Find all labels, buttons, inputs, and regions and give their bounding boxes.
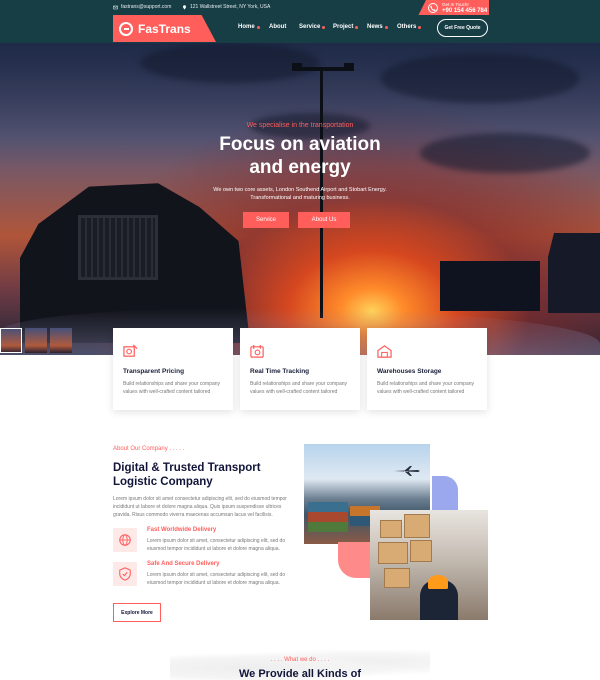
feature-item-text: Lorem ipsum dolor sit amet, consectetur … (147, 572, 286, 586)
email-text: fastrans@support.com (121, 4, 172, 10)
about-us-button[interactable]: About Us (298, 212, 350, 228)
nav-label: Home (238, 24, 255, 30)
about-eyebrow: About Our Company . . . . . (113, 446, 185, 452)
feature-text: Build relationships and share your compa… (123, 381, 220, 395)
email-contact[interactable]: fastrans@support.com (113, 4, 171, 10)
brand-name: FasTrans (138, 21, 191, 36)
brand-logo[interactable]: FasTrans (113, 15, 216, 42)
feature-item-title: Safe And Secure Delivery (147, 561, 220, 567)
nav-label: About (269, 24, 287, 30)
slider-thumbnails (0, 328, 72, 353)
feature-text: Build relationships and share your compa… (250, 381, 347, 395)
nav-label: News (367, 24, 383, 30)
nav-item-news[interactable]: News (367, 24, 388, 30)
slide-thumbnail[interactable] (25, 328, 47, 353)
feature-item-title: Fast Worldwide Delivery (147, 527, 217, 533)
about-text: Lorem ipsum dolor sit amet consectetur a… (113, 496, 287, 518)
explore-more-button[interactable]: Explore More (113, 603, 161, 622)
mail-icon (113, 5, 118, 9)
hero-title-line1: Focus on aviation (219, 134, 381, 155)
decorative-shape (338, 542, 372, 578)
phone-number[interactable]: +90 154 456 784 (442, 8, 487, 14)
dropdown-dot-icon (322, 25, 326, 29)
top-bar: fastrans@support.com 121 Wallstreet Stre… (0, 0, 600, 15)
nav-label: Project (333, 24, 354, 30)
feature-title: Real Time Tracking (250, 368, 310, 375)
phone-icon (428, 3, 438, 13)
service-button[interactable]: Service (243, 212, 289, 228)
tracking-icon (250, 344, 264, 358)
feature-card-tracking[interactable]: Real Time Tracking Build relationships a… (240, 328, 360, 410)
shield-icon (113, 562, 137, 586)
feature-card-pricing[interactable]: Transparent Pricing Build relationships … (113, 328, 233, 410)
what-we-do-title: We Provide all Kinds of (238, 668, 362, 680)
logo-mark-icon (119, 21, 133, 36)
feature-text: Build relationships and share your compa… (377, 381, 474, 395)
dropdown-dot-icon (418, 25, 422, 29)
hero-description: We own two core assets, London Southend … (213, 187, 387, 201)
feature-card-warehouse[interactable]: Warehouses Storage Build relationships a… (367, 328, 487, 410)
call-box[interactable]: Get In Touch! +90 154 456 784 (418, 0, 489, 16)
hero-title: Focus on aviation and energy (150, 133, 450, 179)
nav-label: Service (299, 24, 321, 30)
what-we-do-eyebrow: . . . . What we do . . . . (270, 657, 330, 663)
dropdown-dot-icon (355, 25, 359, 29)
nav-item-project[interactable]: Project (333, 24, 359, 30)
feature-title: Transparent Pricing (123, 368, 185, 375)
nav-item-service[interactable]: Service (299, 24, 326, 30)
feature-item-text: Lorem ipsum dolor sit amet, consectetur … (147, 538, 286, 552)
nav-item-about[interactable]: About (269, 24, 286, 30)
feature-title: Warehouses Storage (377, 368, 442, 375)
nav-label: Others (397, 24, 417, 30)
about-title: Digital & Trusted Transport Logistic Com… (113, 462, 261, 488)
hero-title-line2: and energy (249, 157, 351, 178)
pricing-icon (123, 344, 138, 357)
dropdown-dot-icon (384, 25, 388, 29)
slide-thumbnail[interactable] (50, 328, 72, 353)
hero-eyebrow: We specialise in the transportation (246, 122, 354, 129)
address-text: 121 Wallstreet Street, NY York, USA (190, 4, 271, 10)
globe-icon (113, 528, 137, 552)
warehouse-icon (377, 345, 392, 358)
slide-thumbnail[interactable] (0, 328, 22, 353)
get-quote-button[interactable]: Get Free Quote (437, 19, 488, 37)
dropdown-dot-icon (256, 25, 260, 29)
location-pin-icon (183, 4, 186, 9)
nav-item-home[interactable]: Home (238, 24, 260, 30)
address-contact: 121 Wallstreet Street, NY York, USA (182, 4, 270, 10)
nav-item-others[interactable]: Others (397, 24, 422, 30)
call-label: Get In Touch! (442, 2, 469, 7)
